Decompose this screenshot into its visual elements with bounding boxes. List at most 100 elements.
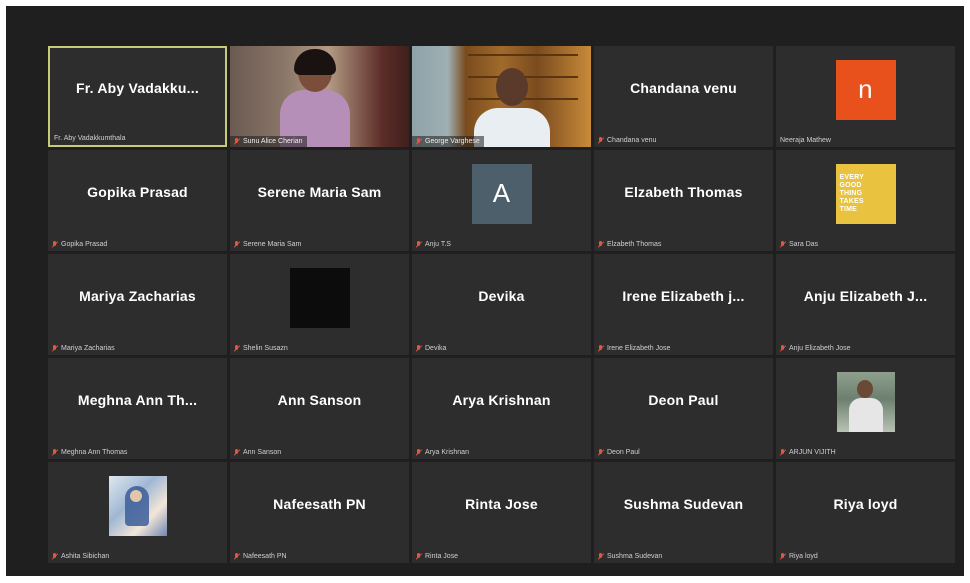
- participant-name-text: ARJUN VIJITH: [789, 449, 836, 456]
- participant-name-label: Nafeesath PN: [234, 553, 287, 560]
- participant-tile-arjun-vijith[interactable]: ARJUN VIJITH: [776, 358, 955, 459]
- participant-name-label: Meghna Ann Thomas: [52, 449, 127, 456]
- participant-tile-shelin-susazn[interactable]: Shelin Susazn: [230, 254, 409, 355]
- participant-name-label: Arya Krishnan: [416, 449, 469, 456]
- participant-name-label: Rinta Jose: [416, 553, 458, 560]
- participant-display-name: Rinta Jose: [465, 495, 538, 512]
- participant-display-name: Anju Elizabeth J...: [803, 287, 928, 304]
- participant-name-label: Deon Paul: [598, 449, 640, 456]
- participant-tile-deon-paul[interactable]: Deon Paul Deon Paul: [594, 358, 773, 459]
- participant-video: [230, 46, 409, 147]
- participant-name-label: Chandana venu: [598, 137, 656, 144]
- participant-name-label: Elzabeth Thomas: [598, 241, 661, 248]
- participant-display-name: Fr. Aby Vadakku...: [76, 79, 199, 96]
- participant-name-label: Mariya Zacharias: [52, 345, 115, 352]
- participant-tile-anju-elizabeth-jose[interactable]: Anju Elizabeth J... Anju Elizabeth Jose: [776, 254, 955, 355]
- participant-tile-serene-maria-sam[interactable]: Serene Maria Sam Serene Maria Sam: [230, 150, 409, 251]
- participant-tile-mariya-zacharias[interactable]: Mariya Zacharias Mariya Zacharias: [48, 254, 227, 355]
- participant-name-text: Sara Das: [789, 241, 819, 248]
- participant-name-text: Nafeesath PN: [243, 553, 287, 560]
- avatar-photo: [836, 371, 895, 432]
- participant-tile-ann-sanson[interactable]: Ann Sanson Ann Sanson: [230, 358, 409, 459]
- mic-off-icon: [234, 449, 239, 456]
- mic-off-icon: [416, 241, 421, 248]
- participant-video: [412, 46, 591, 147]
- avatar-image: EVERY GOOD THING TAKES TIME: [835, 163, 896, 224]
- participant-name-text: Irene Elizabeth Jose: [607, 345, 671, 352]
- mic-off-icon: [416, 449, 421, 456]
- participant-display-name: Nafeesath PN: [273, 495, 366, 512]
- participant-name-label: Shelin Susazn: [234, 345, 288, 352]
- participant-display-name: Sushma Sudevan: [623, 495, 744, 512]
- participant-name-label: Serene Maria Sam: [234, 241, 301, 248]
- participant-tile-sara-das[interactable]: EVERY GOOD THING TAKES TIME Sara Das: [776, 150, 955, 251]
- participant-name-text: Ann Sanson: [243, 449, 282, 456]
- participant-name-label: Irene Elizabeth Jose: [598, 345, 670, 352]
- participant-name-label: Ashita Sibichan: [52, 553, 109, 560]
- participant-tile-nafeesath-pn[interactable]: Nafeesath PN Nafeesath PN: [230, 462, 409, 563]
- mic-off-icon: [52, 553, 57, 560]
- participant-name-text: Rinta Jose: [425, 553, 459, 560]
- participant-name-label: Sushma Sudevan: [598, 553, 662, 560]
- participant-display-name: Mariya Zacharias: [79, 287, 196, 304]
- participant-tile-sunu-alice-cherian[interactable]: Sunu Alice Cherian: [230, 46, 409, 147]
- participant-avatar-area: [776, 358, 955, 441]
- participant-tile-chandana-venu[interactable]: Chandana venu Chandana venu: [594, 46, 773, 147]
- avatar-image: [289, 267, 350, 328]
- participant-name-label: Neeraja Mathew: [780, 137, 831, 144]
- participant-name-label: ARJUN VIJITH: [780, 449, 836, 456]
- participant-tile-rinta-jose[interactable]: Rinta Jose Rinta Jose: [412, 462, 591, 563]
- mic-off-icon: [234, 241, 239, 248]
- avatar-photo: [108, 475, 167, 536]
- participant-display-name: Gopika Prasad: [87, 183, 188, 200]
- participant-name-text: Shelin Susazn: [243, 345, 288, 352]
- participant-name-text: George Varghese: [425, 138, 480, 145]
- participant-tile-gopika-prasad[interactable]: Gopika Prasad Gopika Prasad: [48, 150, 227, 251]
- mic-off-icon: [780, 345, 785, 352]
- participant-name-text: Anju Elizabeth Jose: [789, 345, 851, 352]
- participant-tile-anju-t-s[interactable]: A Anju T.S: [412, 150, 591, 251]
- mic-off-icon: [416, 138, 421, 145]
- participant-tile-ashita-sibichan[interactable]: Ashita Sibichan: [48, 462, 227, 563]
- participant-tile-sushma-sudevan[interactable]: Sushma Sudevan Sushma Sudevan: [594, 462, 773, 563]
- participant-tile-elzabeth-thomas[interactable]: Elzabeth Thomas Elzabeth Thomas: [594, 150, 773, 251]
- participant-name-label: Ann Sanson: [234, 449, 281, 456]
- mic-off-icon: [598, 345, 603, 352]
- mic-off-icon: [234, 553, 239, 560]
- participant-display-name: Serene Maria Sam: [257, 183, 382, 200]
- participant-name-label: Fr. Aby Vadakkumthala: [54, 135, 125, 142]
- participant-name-text: Mariya Zacharias: [61, 345, 115, 352]
- participant-name-text: Sunu Alice Cherian: [243, 138, 303, 145]
- participant-name-text: Deon Paul: [607, 449, 640, 456]
- participant-tile-meghna-ann-thomas[interactable]: Meghna Ann Th... Meghna Ann Thomas: [48, 358, 227, 459]
- mic-off-icon: [234, 345, 239, 352]
- participant-avatar-area: A: [412, 150, 591, 233]
- mic-off-icon: [780, 553, 785, 560]
- participant-name-text: Meghna Ann Thomas: [61, 449, 128, 456]
- participant-tile-fr-aby-vadakkumthala[interactable]: Fr. Aby Vadakku... Fr. Aby Vadakkumthala: [48, 46, 227, 147]
- participant-tile-arya-krishnan[interactable]: Arya Krishnan Arya Krishnan: [412, 358, 591, 459]
- participant-name-label: Riya loyd: [780, 553, 818, 560]
- mic-off-icon: [598, 553, 603, 560]
- participant-name-label: Devika: [416, 345, 446, 352]
- participant-tile-riya-loyd[interactable]: Riya loyd Riya loyd: [776, 462, 955, 563]
- mic-off-icon: [52, 449, 57, 456]
- participant-name-text: Chandana venu: [607, 137, 657, 144]
- participant-tile-irene-elizabeth-jose[interactable]: Irene Elizabeth j... Irene Elizabeth Jose: [594, 254, 773, 355]
- participant-display-name: Arya Krishnan: [452, 391, 551, 408]
- participant-name-text: Neeraja Mathew: [780, 137, 831, 144]
- participant-display-name: Deon Paul: [648, 391, 719, 408]
- mic-off-icon: [52, 345, 57, 352]
- participant-display-name: Meghna Ann Th...: [77, 391, 198, 408]
- participant-name-text: Devika: [425, 345, 447, 352]
- participant-tile-devika[interactable]: Devika Devika: [412, 254, 591, 355]
- participant-display-name: Devika: [478, 287, 525, 304]
- participant-tile-neeraja-mathew[interactable]: n Neeraja Mathew: [776, 46, 955, 147]
- participant-name-text: Fr. Aby Vadakkumthala: [54, 135, 126, 142]
- mic-off-icon: [234, 138, 239, 145]
- mic-off-icon: [780, 241, 785, 248]
- participant-tile-george-varghese[interactable]: George Varghese: [412, 46, 591, 147]
- participant-name-label: Sara Das: [780, 241, 818, 248]
- participant-display-name: Riya loyd: [833, 495, 898, 512]
- participant-name-text: Elzabeth Thomas: [607, 241, 662, 248]
